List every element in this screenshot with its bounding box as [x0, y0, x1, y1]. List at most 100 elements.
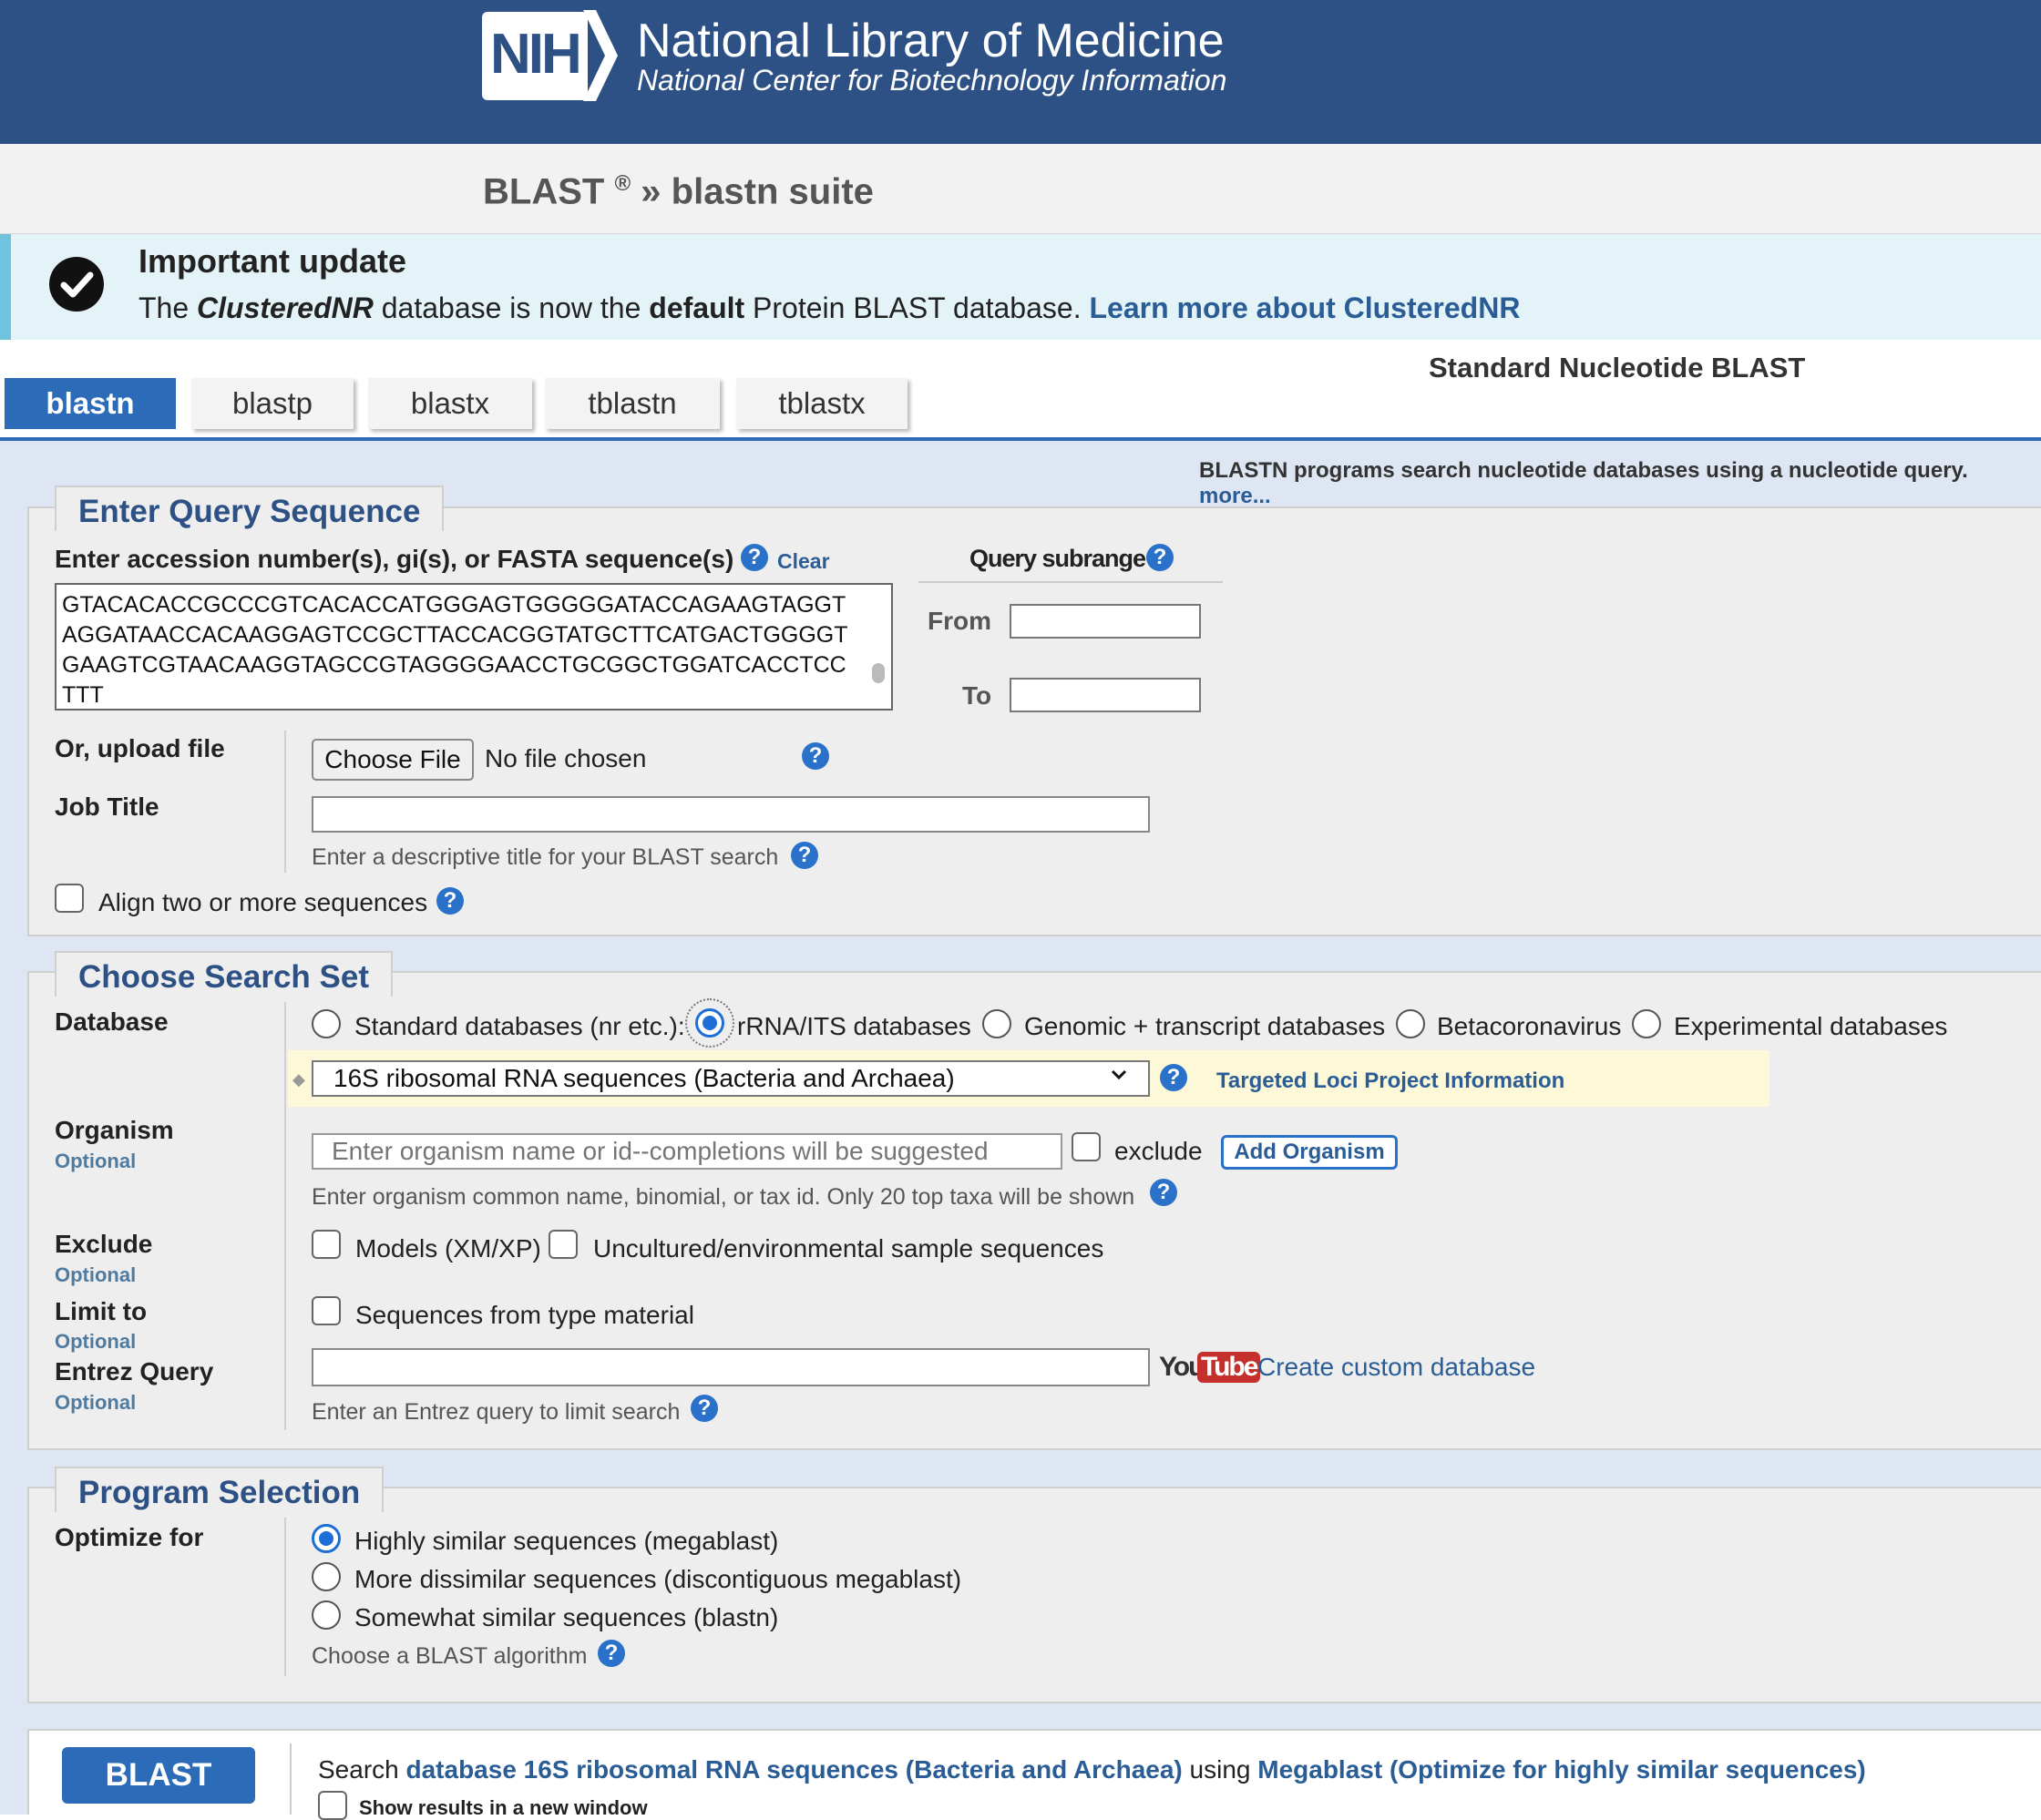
add-organism-button[interactable]: Add Organism [1221, 1135, 1398, 1170]
radio-discontiguous-megablast[interactable] [312, 1562, 341, 1591]
nih-logo-text: NIH [490, 23, 582, 86]
sequence-line: AGGATAACCACAAGGAGTCCGCTTACCACGGTATGCTTCA… [62, 622, 848, 648]
query-label: Enter accession number(s), gi(s), or FAS… [55, 545, 733, 574]
textarea-scrollbar[interactable] [872, 663, 885, 683]
program-legend: Program Selection [55, 1467, 385, 1512]
betacoronavirus-db-label: Betacoronavirus [1437, 1012, 1622, 1040]
to-label: To [962, 681, 992, 710]
tab-blastp[interactable]: blastp [191, 378, 354, 429]
exclude-organism-checkbox[interactable] [1072, 1132, 1101, 1161]
help-icon[interactable]: ? [1160, 1064, 1187, 1091]
help-icon[interactable]: ? [791, 842, 818, 869]
from-label: From [928, 607, 991, 635]
organism-hint: Enter organism common name, binomial, or… [312, 1184, 1135, 1210]
summary-text: Search [318, 1755, 406, 1784]
banner-text: The ClusteredNR database is now the defa… [138, 291, 1520, 325]
banner-text-part: The [138, 291, 198, 324]
radio-blastn[interactable] [312, 1600, 341, 1630]
choose-file-button[interactable]: Choose File [312, 739, 474, 781]
models-checkbox[interactable] [312, 1230, 341, 1259]
help-icon[interactable]: ? [436, 887, 464, 915]
targeted-loci-link[interactable]: Targeted Loci Project Information [1216, 1068, 1564, 1094]
database-select[interactable]: 16S ribosomal RNA sequences (Bacteria an… [312, 1060, 1150, 1097]
subrange-label: Query subrange [969, 545, 1146, 572]
exclude-label: Exclude [55, 1230, 153, 1258]
job-title-label: Job Title [55, 792, 159, 821]
blastn-label: Somewhat similar sequences (blastn) [354, 1603, 779, 1631]
check-circle-icon [49, 257, 104, 312]
optional-text: Optional [55, 1330, 137, 1353]
radio-standard-db[interactable] [312, 1009, 341, 1038]
new-window-label: Show results in a new window [359, 1796, 648, 1819]
radio-genomic-db[interactable] [982, 1009, 1011, 1038]
models-label: Models (XM/XP) [355, 1234, 541, 1263]
tab-blastn[interactable]: blastn [5, 378, 176, 429]
program-description: BLASTN programs search nucleotide databa… [1199, 458, 2041, 509]
help-icon[interactable]: ? [1146, 544, 1174, 571]
optional-text: Optional [55, 1263, 137, 1286]
site-title[interactable]: National Library of Medicine [637, 14, 1225, 68]
help-icon[interactable]: ? [741, 544, 768, 571]
query-sequence-textarea[interactable]: GTACACACCGCCCGTCACACCATGGGAGTGGGGGATACCA… [55, 583, 893, 711]
uncultured-checkbox[interactable] [549, 1230, 578, 1259]
tab-tblastx[interactable]: tblastx [736, 378, 908, 429]
algorithm-hint: Choose a BLAST algorithm [312, 1643, 588, 1669]
entrez-query-input[interactable] [312, 1348, 1150, 1386]
help-icon[interactable]: ? [598, 1640, 625, 1667]
tab-tblastn[interactable]: tblastn [545, 378, 720, 429]
uncultured-label: Uncultured/environmental sample sequence… [593, 1234, 1104, 1263]
to-input[interactable] [1010, 678, 1201, 712]
entrez-hint: Enter an Entrez query to limit search [312, 1399, 681, 1425]
more-link[interactable]: more... [1199, 484, 1271, 508]
organism-input[interactable] [312, 1133, 1062, 1170]
breadcrumb-blast[interactable]: BLAST [483, 171, 604, 211]
breadcrumb-separator: » [641, 171, 662, 212]
summary-algorithm-link[interactable]: Megablast (Optimize for highly similar s… [1257, 1755, 1866, 1784]
nih-logo-chevron-icon [583, 10, 618, 101]
blast-submit-button[interactable]: BLAST [62, 1747, 255, 1804]
banner-text-em: ClusteredNR [197, 291, 374, 324]
radio-megablast[interactable] [312, 1524, 341, 1553]
exclude-organism-label: exclude [1114, 1137, 1203, 1165]
type-material-label: Sequences from type material [355, 1301, 694, 1329]
tab-blastx[interactable]: blastx [368, 378, 532, 429]
genomic-db-label: Genomic + transcript databases [1024, 1012, 1386, 1040]
no-file-text: No file chosen [485, 744, 647, 772]
megablast-label: Highly similar sequences (megablast) [354, 1527, 779, 1555]
create-custom-db-link[interactable]: Create custom database [1257, 1353, 1535, 1382]
banner-text-strong: default [649, 291, 745, 324]
align-label: Align two or more sequences [98, 888, 428, 916]
sequence-line: GTACACACCGCCCGTCACACCATGGGAGTGGGGGATACCA… [62, 592, 846, 618]
banner-text-part: database is now the [373, 291, 650, 324]
query-label-text: Enter accession number(s), gi(s), or FAS… [55, 545, 734, 573]
youtube-tube-icon[interactable]: Tube [1197, 1352, 1261, 1383]
label-divider [284, 1002, 286, 1430]
optimize-label: Optimize for [55, 1523, 204, 1551]
site-subtitle: National Center for Biotechnology Inform… [637, 64, 1227, 97]
from-input[interactable] [1010, 604, 1201, 639]
type-material-checkbox[interactable] [312, 1296, 341, 1325]
radio-rrna-its-db[interactable] [695, 1008, 724, 1038]
organism-label: Organism [55, 1116, 174, 1144]
align-checkbox[interactable] [55, 884, 84, 913]
radio-betacoronavirus-db[interactable] [1396, 1009, 1425, 1038]
database-label: Database [55, 1007, 169, 1036]
subrange-divider [918, 581, 1223, 583]
learn-more-link[interactable]: Learn more about ClusteredNR [1089, 291, 1520, 324]
summary-db-link[interactable]: database 16S ribosomal RNA sequences (Ba… [406, 1755, 1183, 1784]
radio-experimental-db[interactable] [1632, 1009, 1661, 1038]
help-icon[interactable]: ? [1150, 1179, 1177, 1206]
breadcrumb-bar [0, 144, 2041, 235]
summary-text: using [1182, 1755, 1258, 1784]
label-divider [284, 731, 286, 873]
help-icon[interactable]: ? [802, 742, 829, 770]
label-divider [284, 1518, 286, 1676]
clear-link[interactable]: Clear [777, 549, 830, 574]
job-title-input[interactable] [312, 796, 1150, 833]
resize-handle-icon: ◆ [292, 1070, 305, 1089]
help-icon[interactable]: ? [691, 1395, 718, 1422]
new-window-checkbox[interactable] [318, 1791, 347, 1820]
optional-text: Optional [55, 1391, 137, 1414]
query-legend: Enter Query Sequence [55, 486, 445, 531]
breadcrumb: BLAST ® » blastn suite [483, 171, 874, 212]
